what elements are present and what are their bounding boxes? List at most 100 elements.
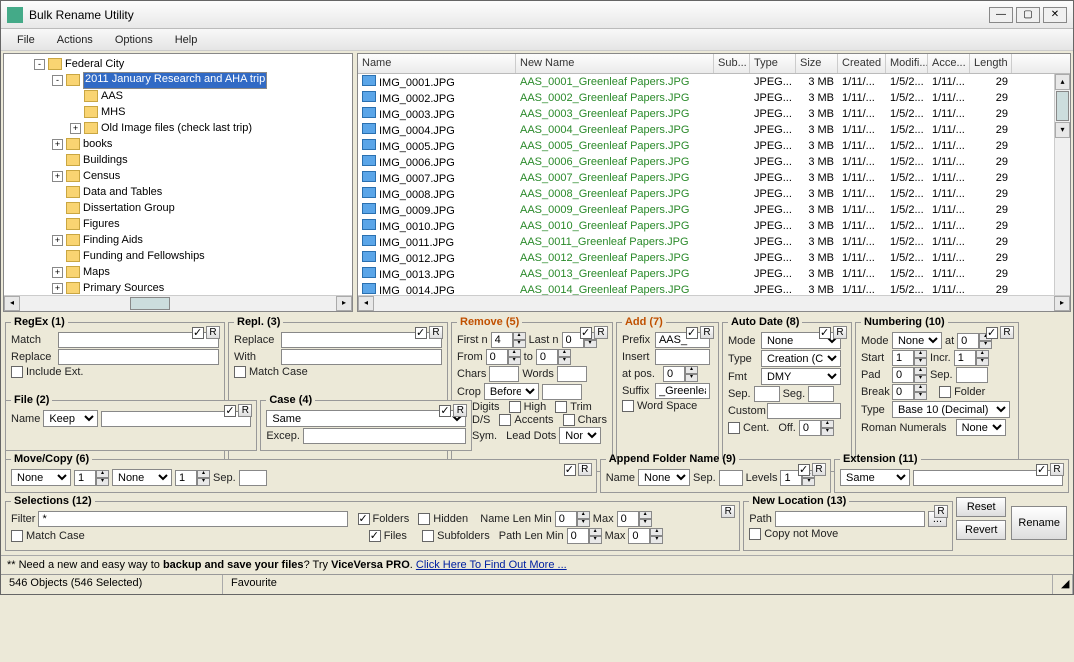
remove-reset[interactable]: R	[594, 326, 608, 339]
numbering-break-input[interactable]	[892, 384, 914, 400]
movecopy-sep-input[interactable]	[239, 470, 267, 486]
repl-matchcase-check[interactable]	[234, 366, 246, 378]
appendfolder-enable-check[interactable]	[798, 464, 810, 476]
numbering-start-input[interactable]	[892, 350, 914, 366]
file-list[interactable]: NameNew NameSub...TypeSizeCreatedModifi.…	[357, 53, 1071, 312]
regex-enable-check[interactable]	[192, 327, 204, 339]
add-atpos-input[interactable]	[663, 366, 685, 382]
tree-item[interactable]: +Old Image files (check last trip)	[34, 120, 350, 136]
remove-trim-check[interactable]	[555, 401, 567, 413]
file-reset[interactable]: R	[238, 404, 252, 417]
file-name-select[interactable]: Keep	[43, 410, 98, 427]
tree-item[interactable]: Buildings	[34, 152, 350, 168]
tree-item[interactable]: Dissertation Group	[34, 200, 350, 216]
menu-options[interactable]: Options	[105, 32, 163, 48]
numbering-type-select[interactable]: Base 10 (Decimal)	[892, 401, 1010, 418]
extension-reset[interactable]: R	[1050, 463, 1064, 476]
file-row[interactable]: IMG_0012.JPGAAS_0012_Greenleaf Papers.JP…	[358, 250, 1070, 266]
remove-crop-input[interactable]	[542, 384, 582, 400]
numbering-sep-input[interactable]	[956, 367, 988, 383]
file-row[interactable]: IMG_0004.JPGAAS_0004_Greenleaf Papers.JP…	[358, 122, 1070, 138]
menu-help[interactable]: Help	[165, 32, 208, 48]
col-header[interactable]: Acce...	[928, 54, 970, 73]
file-row[interactable]: IMG_0010.JPGAAS_0010_Greenleaf Papers.JP…	[358, 218, 1070, 234]
remove-enable-check[interactable]	[580, 327, 592, 339]
file-row[interactable]: IMG_0005.JPGAAS_0005_Greenleaf Papers.JP…	[358, 138, 1070, 154]
remove-crop-select[interactable]: Before	[484, 383, 539, 400]
selections-nmin-input[interactable]	[555, 511, 577, 527]
newloc-path-input[interactable]	[775, 511, 925, 527]
tree-item[interactable]: MHS	[34, 104, 350, 120]
rename-button[interactable]: Rename	[1011, 506, 1067, 540]
case-select[interactable]: Same	[266, 410, 466, 427]
regex-reset[interactable]: R	[206, 326, 220, 339]
case-reset[interactable]: R	[453, 404, 467, 417]
tree-item[interactable]: -2011 January Research and AHA trip	[34, 72, 350, 88]
minimize-button[interactable]: —	[989, 7, 1013, 23]
autodate-reset[interactable]: R	[833, 326, 847, 339]
col-header[interactable]: Type	[750, 54, 796, 73]
selections-filter-input[interactable]	[38, 511, 348, 527]
autodate-sep-input[interactable]	[754, 386, 780, 402]
regex-replace-input[interactable]	[58, 349, 219, 365]
numbering-reset[interactable]: R	[1000, 326, 1014, 339]
tree-expander[interactable]: +	[52, 283, 63, 294]
autodate-cent-check[interactable]	[728, 422, 740, 434]
folder-tree[interactable]: -Federal City-2011 January Research and …	[3, 53, 353, 312]
file-row[interactable]: IMG_0001.JPGAAS_0001_Greenleaf Papers.JP…	[358, 74, 1070, 90]
file-row[interactable]: IMG_0006.JPGAAS_0006_Greenleaf Papers.JP…	[358, 154, 1070, 170]
autodate-seg-input[interactable]	[808, 386, 834, 402]
tree-expander[interactable]: +	[70, 123, 81, 134]
tree-item[interactable]: +Maps	[34, 264, 350, 280]
newloc-copy-check[interactable]	[749, 528, 761, 540]
add-wordspace-check[interactable]	[622, 400, 634, 412]
tree-item[interactable]: Figures	[34, 216, 350, 232]
file-row[interactable]: IMG_0003.JPGAAS_0003_Greenleaf Papers.JP…	[358, 106, 1070, 122]
autodate-enable-check[interactable]	[819, 327, 831, 339]
movecopy-n2[interactable]	[175, 470, 197, 486]
case-excep-input[interactable]	[303, 428, 466, 444]
numbering-folder-check[interactable]	[939, 386, 951, 398]
movecopy-enable-check[interactable]	[564, 464, 576, 476]
file-row[interactable]: IMG_0002.JPGAAS_0002_Greenleaf Papers.JP…	[358, 90, 1070, 106]
tree-expander[interactable]: +	[52, 267, 63, 278]
remove-to-input[interactable]	[536, 349, 558, 365]
tree-item[interactable]: AAS	[34, 88, 350, 104]
close-button[interactable]: ✕	[1043, 7, 1067, 23]
repl-with-input[interactable]	[281, 349, 442, 365]
autodate-type-select[interactable]: Creation (Cur	[761, 350, 841, 367]
col-header[interactable]: Sub...	[714, 54, 750, 73]
remove-from-input[interactable]	[486, 349, 508, 365]
col-header[interactable]: Name	[358, 54, 516, 73]
numbering-mode-select[interactable]: None	[892, 332, 942, 349]
maximize-button[interactable]: ▢	[1016, 7, 1040, 23]
autodate-fmt-select[interactable]: DMY	[761, 368, 841, 385]
remove-chars2-check[interactable]	[563, 414, 575, 426]
numbering-at-input[interactable]	[957, 333, 979, 349]
numbering-enable-check[interactable]	[986, 327, 998, 339]
tree-expander[interactable]: -	[52, 75, 63, 86]
numbering-pad-input[interactable]	[892, 367, 914, 383]
file-row[interactable]: IMG_0009.JPGAAS_0009_Greenleaf Papers.JP…	[358, 202, 1070, 218]
remove-lead-select[interactable]: Non	[559, 427, 601, 444]
col-header[interactable]: Size	[796, 54, 838, 73]
autodate-custom-input[interactable]	[767, 403, 841, 419]
selections-folders-check[interactable]	[358, 513, 370, 525]
resize-grip[interactable]: ◢	[1053, 575, 1073, 594]
tree-item[interactable]: +Primary Sources	[34, 280, 350, 294]
movecopy-reset[interactable]: R	[578, 463, 592, 476]
appendfolder-sep-input[interactable]	[719, 470, 743, 486]
selections-pmax-input[interactable]	[628, 528, 650, 544]
add-insert-input[interactable]	[655, 349, 710, 365]
appendfolder-reset[interactable]: R	[812, 463, 826, 476]
reset-button[interactable]: Reset	[956, 497, 1006, 517]
menu-file[interactable]: File	[7, 32, 45, 48]
regex-incext-check[interactable]	[11, 366, 23, 378]
file-enable-check[interactable]	[224, 405, 236, 417]
tree-item[interactable]: -Federal City	[34, 56, 350, 72]
repl-enable-check[interactable]	[415, 327, 427, 339]
movecopy-n1[interactable]	[74, 470, 96, 486]
tree-item[interactable]: +Finding Aids	[34, 232, 350, 248]
remove-firstn-input[interactable]	[491, 332, 513, 348]
remove-accents-check[interactable]	[499, 414, 511, 426]
